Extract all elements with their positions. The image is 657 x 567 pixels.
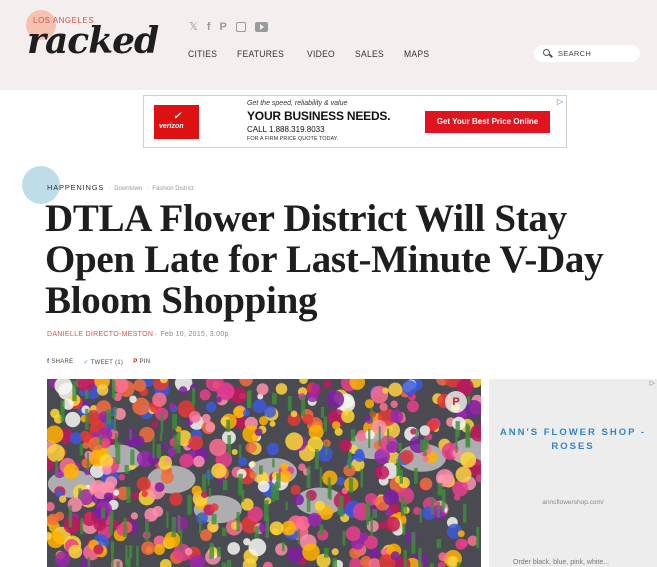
article-title: DTLA Flower District Will Stay Open Late… — [45, 197, 604, 322]
instagram-icon[interactable] — [235, 22, 246, 32]
pin-it-button[interactable]: P — [445, 391, 467, 413]
nav-maps[interactable]: MAPS — [404, 49, 429, 60]
breadcrumb-downtown[interactable]: Downtown — [114, 186, 142, 192]
nav-video[interactable]: VIDEO — [307, 49, 335, 60]
sidebar-ad-title[interactable]: ANN'S FLOWER SHOP - ROSES — [489, 426, 657, 454]
facebook-icon: f — [47, 359, 50, 365]
sidebar-ad-desc: Order black, blue, pink, white... — [513, 559, 610, 566]
site-header: LOS ANGELES racked 𝕏 f P CITIES FEATURES… — [0, 0, 657, 90]
banner-ad[interactable]: ✓ verizon Get the speed, reliability & v… — [143, 95, 567, 148]
nav-features[interactable]: FEATURES — [237, 49, 284, 60]
adchoices-icon[interactable]: ▷ — [650, 379, 655, 387]
sidebar-ad[interactable]: ▷ ANN'S FLOWER SHOP - ROSES annsflowersh… — [489, 379, 657, 567]
youtube-icon[interactable] — [254, 22, 268, 32]
ad-cta-button[interactable]: Get Your Best Price Online — [425, 111, 550, 133]
site-logo[interactable]: racked — [27, 20, 159, 62]
verizon-logo: ✓ verizon — [154, 105, 199, 139]
search-icon — [543, 49, 550, 56]
ad-line-1: Get the speed, reliability & value — [247, 100, 348, 107]
pinterest-icon[interactable]: P — [220, 22, 227, 33]
publish-date: Feb 10, 2015, 3:00p — [160, 331, 229, 338]
breadcrumb-fashion-district[interactable]: Fashion District — [152, 186, 193, 192]
byline: DANIELLE DIRECTO-MESTON · Feb 10, 2015, … — [47, 331, 229, 338]
share-bar: f SHARE ✓ TWEET (1) P PIN — [47, 359, 150, 366]
ad-fineprint: FOR A FIRM PRICE QUOTE TODAY. — [247, 136, 339, 142]
pinterest-share-button[interactable]: P PIN — [133, 359, 150, 366]
adchoices-icon[interactable]: ▷ — [557, 97, 563, 106]
breadcrumb-happenings[interactable]: HAPPENINGS — [47, 183, 104, 192]
facebook-share-button[interactable]: f SHARE — [47, 359, 73, 366]
social-links: 𝕏 f P — [189, 22, 268, 33]
flowers-image — [47, 379, 481, 567]
hero-photo[interactable] — [47, 379, 481, 567]
nav-cities[interactable]: CITIES — [188, 49, 217, 60]
main-nav: CITIES FEATURES VIDEO SALES MAPS — [188, 49, 449, 60]
author-link[interactable]: DANIELLE DIRECTO-MESTON — [47, 331, 153, 338]
check-icon: ✓ — [173, 111, 182, 122]
search-input[interactable]: SEARCH — [534, 45, 640, 62]
twitter-icon: ✓ — [83, 360, 89, 366]
ad-headline: YOUR BUSINESS NEEDS. — [247, 109, 391, 123]
facebook-icon[interactable]: f — [207, 22, 211, 33]
pinterest-icon: P — [133, 359, 138, 365]
twitter-icon[interactable]: 𝕏 — [189, 22, 198, 33]
nav-sales[interactable]: SALES — [355, 49, 384, 60]
sidebar-ad-url[interactable]: annsflowershop.com/ — [489, 499, 657, 506]
twitter-share-button[interactable]: ✓ TWEET (1) — [83, 359, 123, 366]
ad-phone: CALL 1.888.319.8033 — [247, 125, 325, 134]
search-placeholder: SEARCH — [558, 49, 592, 58]
breadcrumb: HAPPENINGS · Downtown · Fashion District — [47, 183, 194, 192]
